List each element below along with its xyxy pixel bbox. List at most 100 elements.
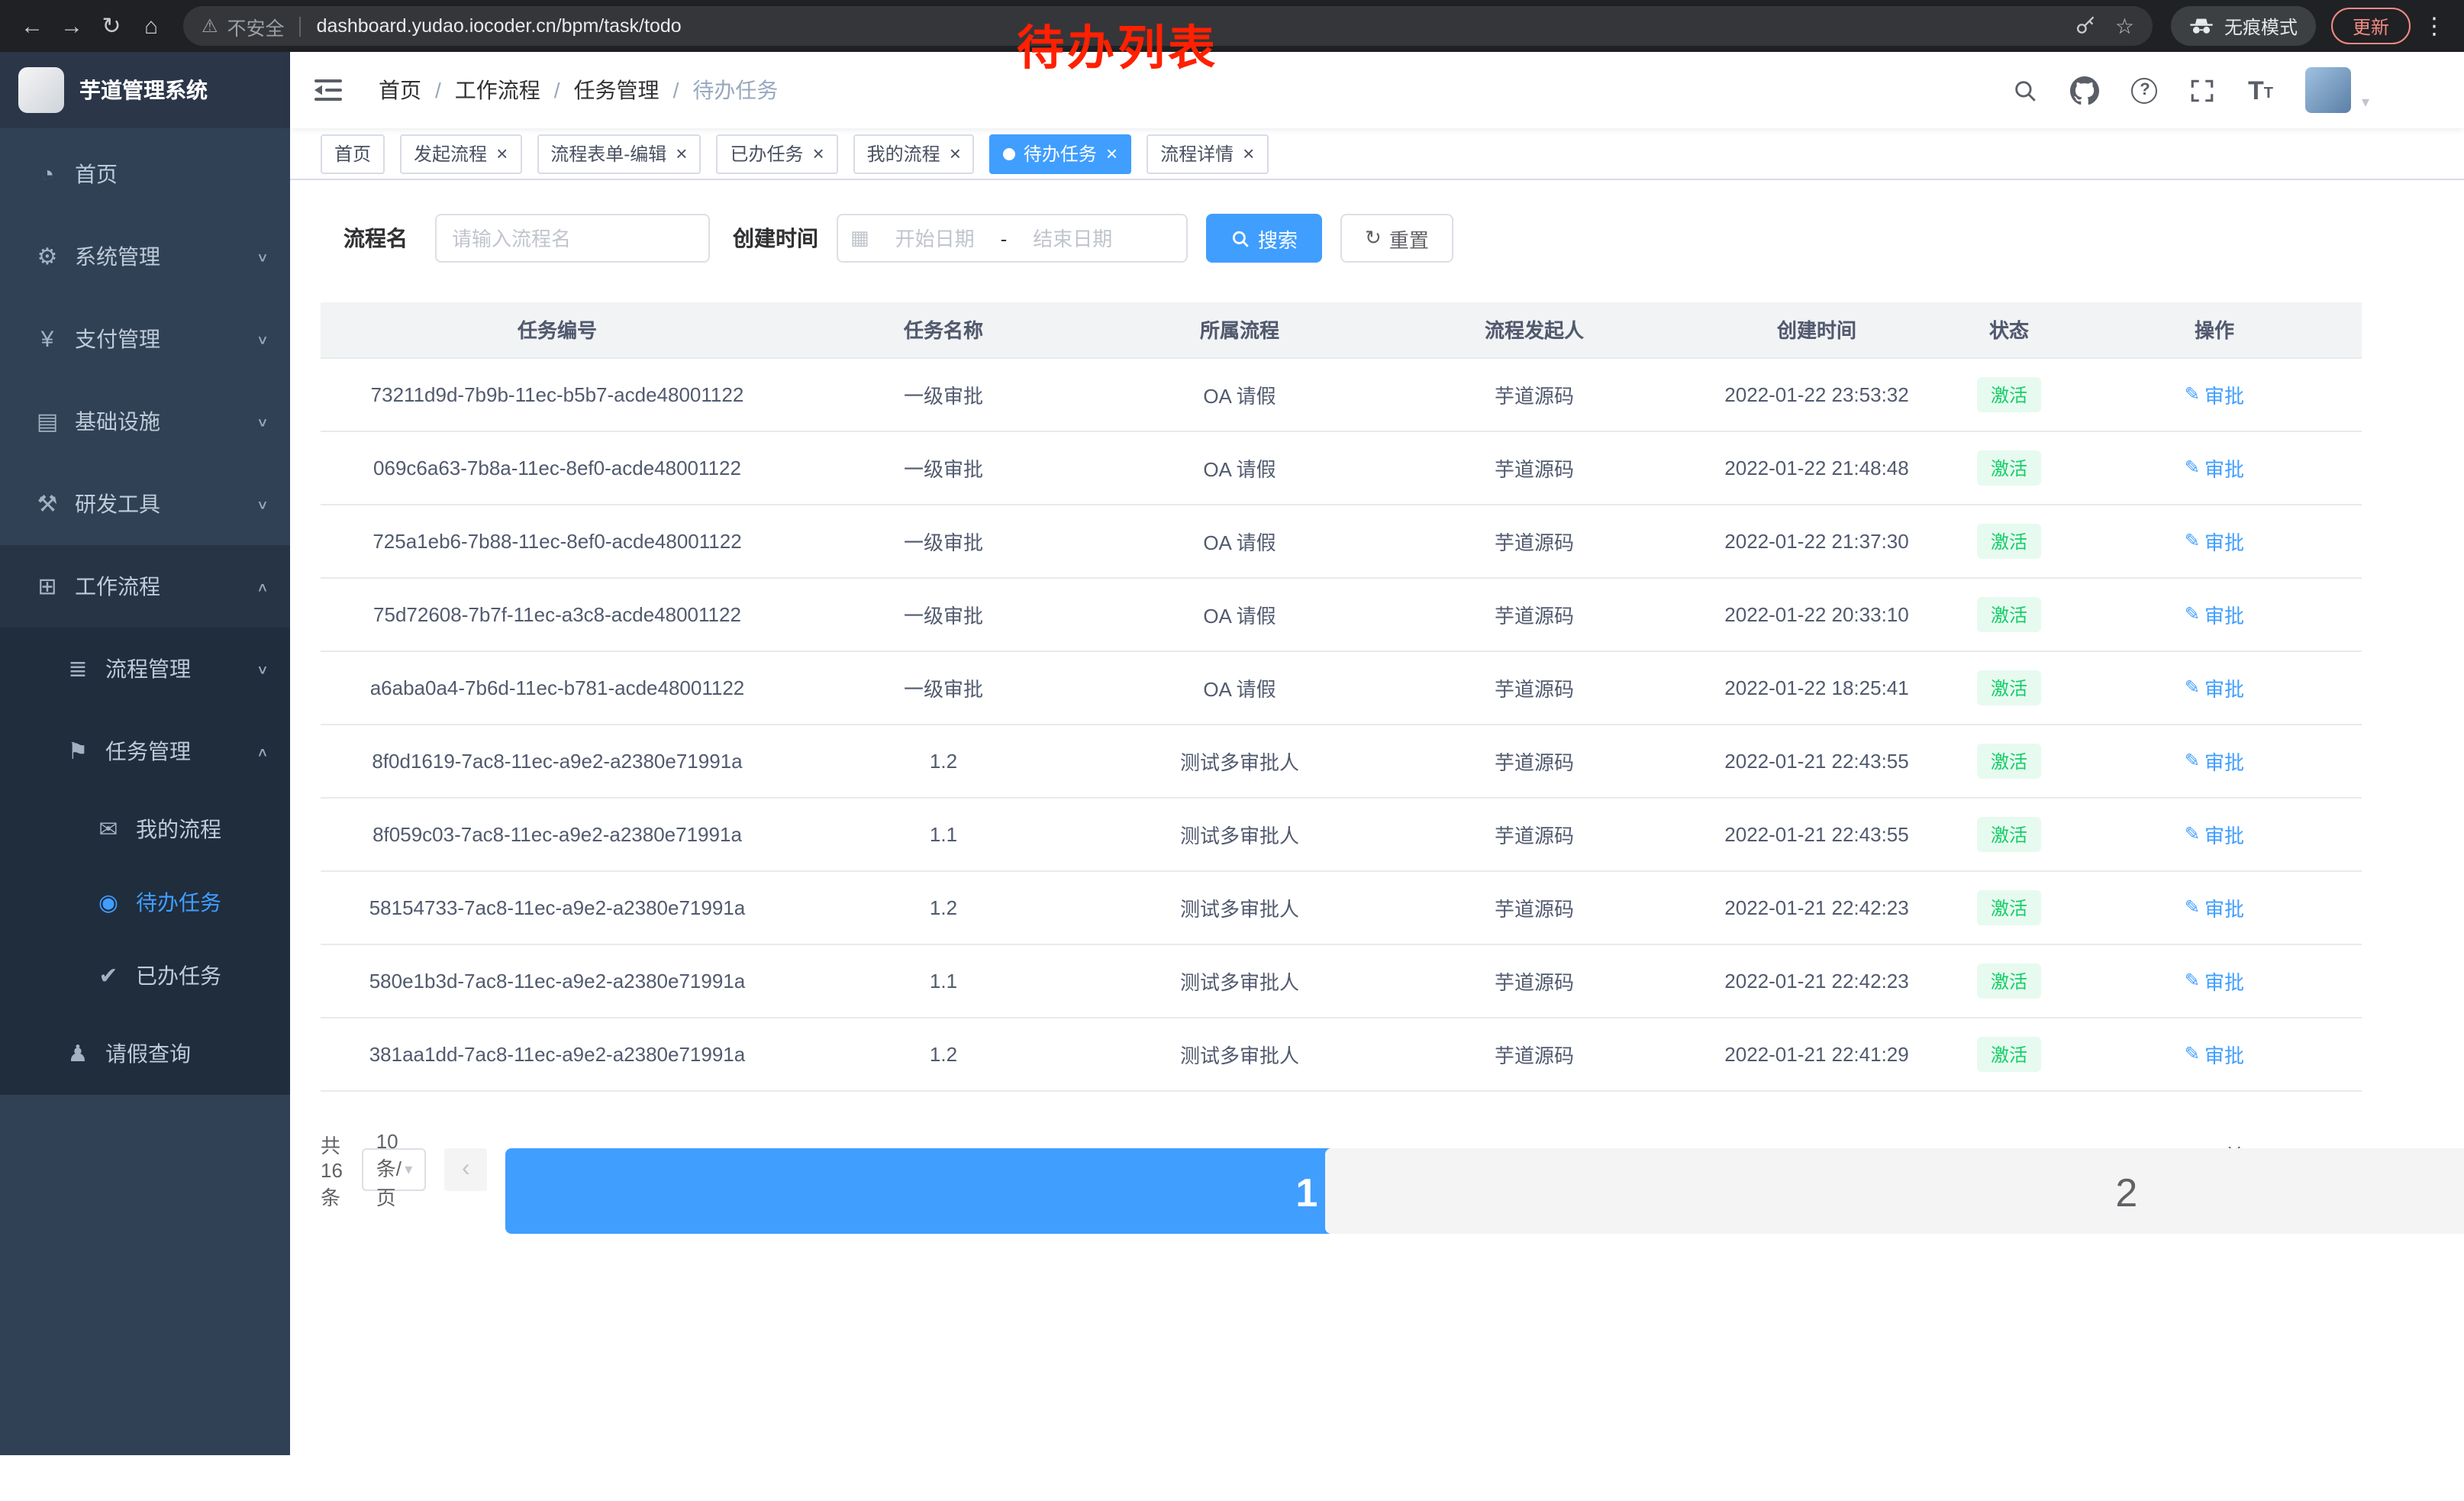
sidebar-item[interactable]: ¥ 支付管理 ∨	[0, 298, 290, 380]
tasks-table: 任务编号 任务名称 所属流程 流程发起人 创建时间	[321, 302, 2362, 1091]
initiator-cell: 芋道源码	[1386, 431, 1682, 504]
approve-link[interactable]: ✎ 审批	[2185, 1039, 2244, 1068]
status-cell: 激活	[1951, 650, 2067, 724]
sidebar-item[interactable]: ⚑ 任务管理 ∧	[0, 710, 290, 792]
approve-link[interactable]: ✎ 审批	[2185, 673, 2244, 702]
date-range-picker[interactable]: ▦ -	[837, 214, 1188, 263]
browser-update-button[interactable]: 更新	[2331, 8, 2411, 44]
table-row: 381aa1dd-7ac8-11ec-a9e2-a2380e71991a 1.2…	[321, 1017, 2362, 1090]
status-cell: 激活	[1951, 724, 2067, 797]
app-logo[interactable]: 芋道管理系统	[0, 52, 290, 128]
approve-link[interactable]: ✎ 审批	[2185, 599, 2244, 628]
tags-view: 首页 发起流程 × 流程表单-编辑 ×	[290, 128, 2464, 180]
bookmark-star-icon[interactable]: ☆	[2115, 13, 2134, 39]
menu-item-icon: ⚑	[61, 738, 95, 765]
start-date-input[interactable]	[874, 225, 996, 251]
avatar-caret-icon: ▾	[2362, 95, 2369, 111]
font-size-icon[interactable]: TT	[2248, 77, 2273, 103]
initiator-cell: 芋道源码	[1386, 577, 1682, 650]
sidebar-menu: ◔ 首页 ⚙ 系统管理 ∨ ¥ 支付管理 ∨	[0, 133, 290, 1095]
edit-icon: ✎	[2185, 383, 2200, 405]
tag-close-icon[interactable]: ×	[812, 144, 824, 163]
sidebar-item[interactable]: ✔ 已办任务	[0, 939, 290, 1012]
reset-button[interactable]: ↻ 重置	[1340, 214, 1453, 263]
approve-link[interactable]: ✎ 审批	[2185, 893, 2244, 922]
approve-link[interactable]: ✎ 审批	[2185, 453, 2244, 482]
browser-menu-icon[interactable]: ⋮	[2423, 12, 2446, 40]
key-icon[interactable]	[2075, 15, 2097, 37]
initiator-cell: 芋道源码	[1386, 870, 1682, 944]
breadcrumb-item[interactable]: 任务管理 /	[574, 75, 693, 105]
action-cell: ✎ 审批	[2067, 504, 2362, 577]
edit-icon: ✎	[2185, 970, 2200, 991]
tag-close-icon[interactable]: ×	[676, 144, 687, 163]
tag[interactable]: 已办任务 ×	[716, 134, 837, 173]
status-cell: 激活	[1951, 1017, 2067, 1090]
search-icon[interactable]	[2013, 77, 2039, 103]
menu-chevron-icon: ∨	[256, 661, 269, 676]
browser-reload-button[interactable]: ↻	[92, 6, 131, 46]
sidebar-item[interactable]: ◔ 首页	[0, 133, 290, 215]
tag-close-icon[interactable]: ×	[1243, 144, 1254, 163]
create-time-cell: 2022-01-21 22:43:55	[1682, 797, 1951, 870]
tag[interactable]: 我的流程 ×	[853, 134, 975, 173]
breadcrumb-label: 首页	[379, 75, 421, 105]
end-date-input[interactable]	[1011, 225, 1134, 251]
breadcrumb-item[interactable]: 首页 /	[379, 75, 455, 105]
approve-link[interactable]: ✎ 审批	[2185, 526, 2244, 555]
tag-label: 流程表单-编辑	[550, 140, 666, 166]
tag-close-icon[interactable]: ×	[496, 144, 508, 163]
approve-link[interactable]: ✎ 审批	[2185, 966, 2244, 995]
fold-icon	[314, 78, 342, 102]
help-icon[interactable]: ?	[2132, 77, 2158, 103]
table-row: 725a1eb6-7b88-11ec-8ef0-acde48001122 一级审…	[321, 504, 2362, 577]
reset-icon: ↻	[1365, 226, 1382, 250]
menu-item-label: 工作流程	[75, 571, 256, 602]
tag[interactable]: 流程表单-编辑 ×	[537, 134, 701, 173]
sidebar-item[interactable]: ⚙ 系统管理 ∨	[0, 215, 290, 298]
sidebar-item[interactable]: ✉ 我的流程	[0, 792, 290, 866]
create-time-cell: 2022-01-21 22:42:23	[1682, 870, 1951, 944]
browser-home-button[interactable]: ⌂	[131, 6, 171, 46]
menu-chevron-icon: ∨	[256, 414, 269, 429]
menu-item-icon: ◉	[92, 889, 125, 916]
breadcrumb: 首页 / 工作流程 / 任务管理 /	[379, 75, 778, 105]
browser-forward-button[interactable]: →	[52, 6, 92, 46]
menu-chevron-icon: ∧	[256, 579, 269, 594]
edit-icon: ✎	[2185, 457, 2200, 478]
sidebar-item[interactable]: ◉ 待办任务	[0, 866, 290, 939]
user-avatar[interactable]	[2305, 67, 2351, 113]
sidebar-item[interactable]: ▤ 基础设施 ∨	[0, 380, 290, 463]
approve-link[interactable]: ✎ 审批	[2185, 819, 2244, 848]
fullscreen-icon[interactable]	[2190, 77, 2216, 103]
menu-item-label: 我的流程	[136, 814, 269, 844]
incognito-icon	[2189, 17, 2214, 35]
tag-close-icon[interactable]: ×	[1106, 144, 1118, 163]
menu-item-label: 支付管理	[75, 324, 256, 354]
tag-close-icon[interactable]: ×	[950, 144, 961, 163]
approve-link[interactable]: ✎ 审批	[2185, 746, 2244, 775]
sidebar-item[interactable]: ♟ 请假查询	[0, 1012, 290, 1095]
menu-item-label: 已办任务	[136, 960, 269, 991]
prev-page-button[interactable]: ‹	[444, 1148, 487, 1191]
sidebar-item[interactable]: ⊞ 工作流程 ∧	[0, 545, 290, 628]
approve-link[interactable]: ✎ 审批	[2185, 379, 2244, 408]
create-time-label: 创建时间	[733, 223, 818, 253]
breadcrumb-item[interactable]: 待办任务	[692, 75, 778, 105]
page-number-button[interactable]: 2	[1325, 1148, 2464, 1234]
tag[interactable]: 首页	[321, 134, 385, 173]
sidebar-item[interactable]: ≣ 流程管理 ∨	[0, 628, 290, 710]
tag[interactable]: 待办任务 ×	[990, 134, 1131, 173]
sidebar-item[interactable]: ⚒ 研发工具 ∨	[0, 463, 290, 545]
status-badge: 激活	[1977, 596, 2041, 631]
search-button[interactable]: 搜索	[1206, 214, 1322, 263]
browser-back-button[interactable]: ←	[12, 6, 52, 46]
breadcrumb-item[interactable]: 工作流程 /	[455, 75, 574, 105]
tag[interactable]: 发起流程 ×	[400, 134, 521, 173]
menu-item-label: 请假查询	[105, 1038, 269, 1069]
tag[interactable]: 流程详情 ×	[1147, 134, 1268, 173]
github-icon[interactable]	[2071, 76, 2100, 105]
process-name-input[interactable]	[435, 214, 710, 263]
page-size-select[interactable]: 10条/页 ▾	[363, 1148, 427, 1191]
sidebar-toggle-button[interactable]	[314, 78, 342, 102]
